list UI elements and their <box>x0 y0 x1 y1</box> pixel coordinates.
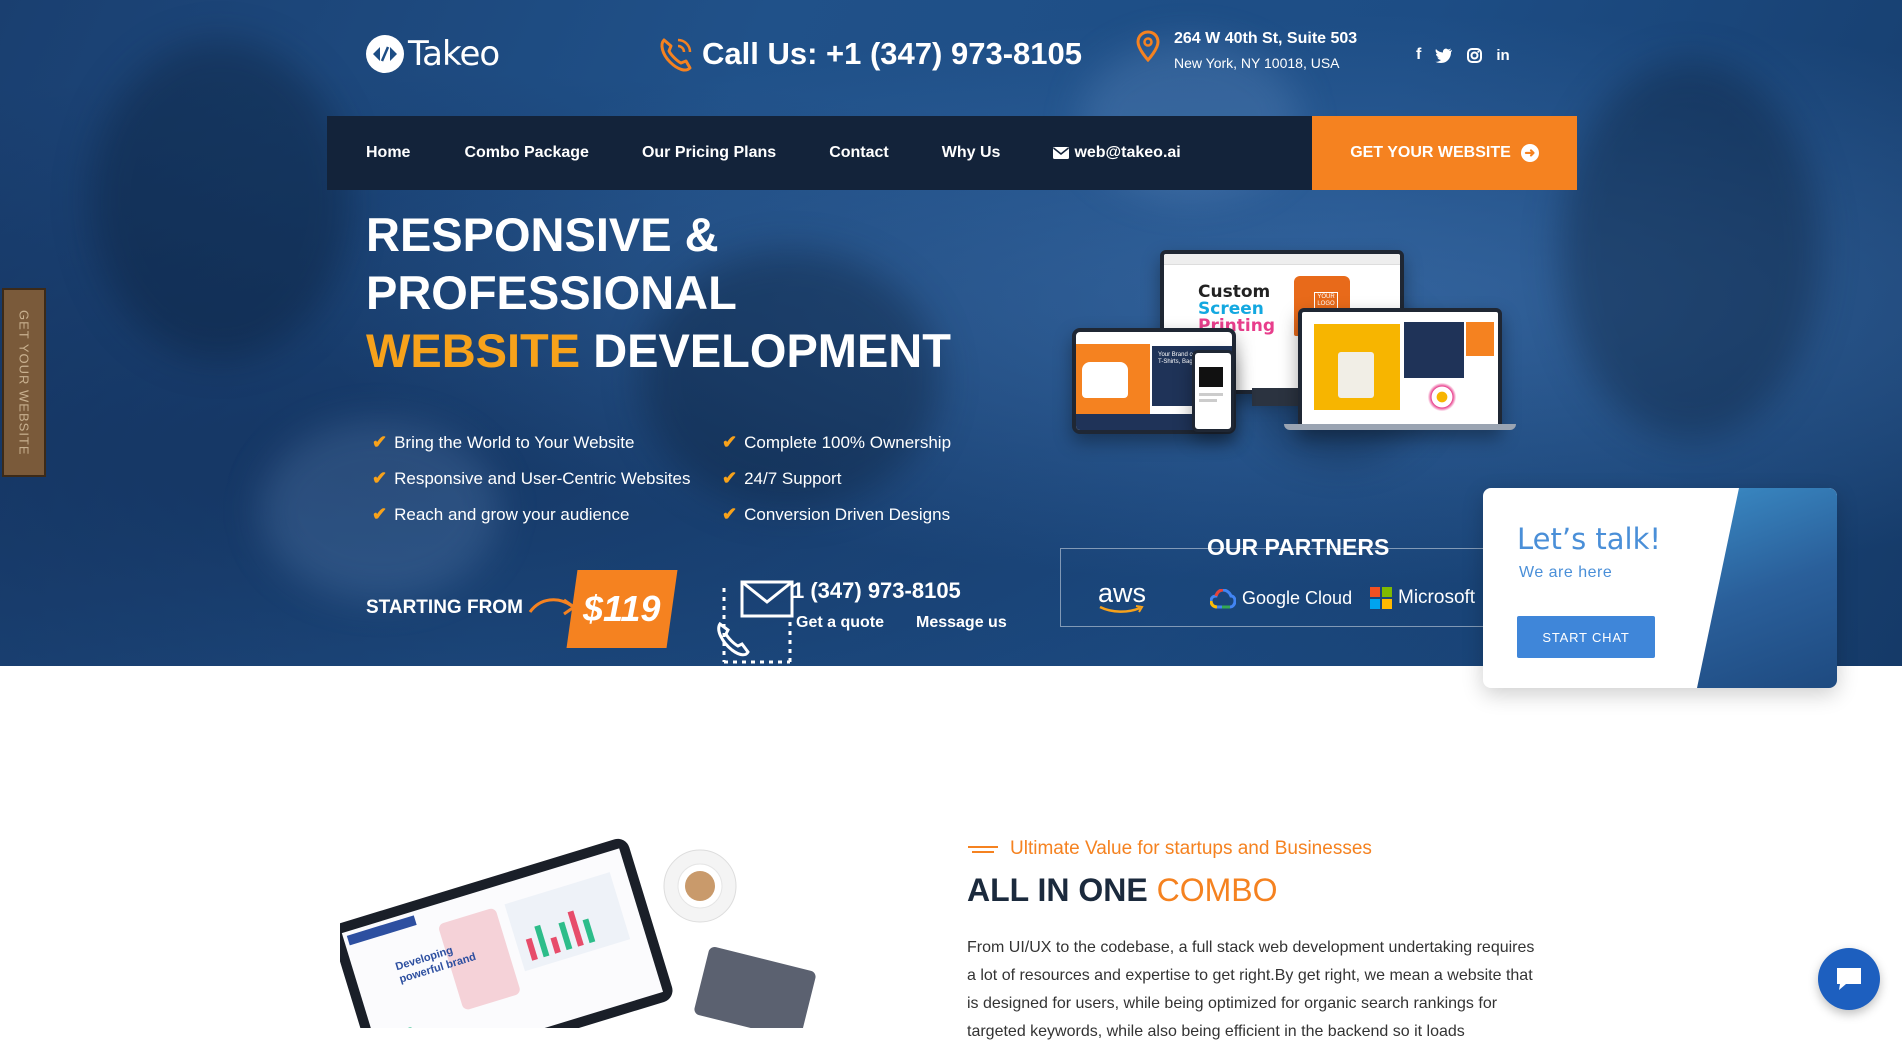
start-chat-button[interactable]: START CHAT <box>1517 616 1655 658</box>
address-line2: New York, NY 10018, USA <box>1174 55 1340 71</box>
bg-shape <box>1560 60 1820 440</box>
feature-text: Reach and grow your audience <box>394 504 630 524</box>
feature-item: ✔ Complete 100% Ownership <box>722 432 972 453</box>
microsoft-text: Microsoft <box>1398 587 1476 608</box>
google-cloud-icon <box>1210 588 1236 608</box>
nav-combo-package[interactable]: Combo Package <box>464 144 588 162</box>
bg-shape <box>90 40 350 360</box>
aws-logo: aws <box>1098 578 1146 615</box>
feature-text: Complete 100% Ownership <box>744 432 952 452</box>
combo-eyebrow: Ultimate Value for startups and Business… <box>968 838 1372 860</box>
social-links: f in <box>1416 46 1510 64</box>
nav-pricing-plans[interactable]: Our Pricing Plans <box>642 144 776 162</box>
combo-eyebrow-text: Ultimate Value for startups and Business… <box>1010 838 1372 859</box>
google-cloud-text: Google Cloud <box>1242 588 1353 608</box>
hero-headline: RESPONSIVE & PROFESSIONAL WEBSITE DEVELO… <box>366 206 951 380</box>
chat-card-title: Let’s talk! <box>1517 522 1662 556</box>
check-icon: ✔ <box>372 432 388 452</box>
microsoft-logo: Microsoft <box>1370 587 1475 609</box>
google-cloud-logo: Google Cloud <box>1210 588 1352 609</box>
combo-title-main: ALL IN ONE <box>967 872 1148 908</box>
chat-card-subtitle: We are here <box>1519 564 1613 581</box>
combo-description-line: a lot of resources and expertise to get … <box>967 967 1533 984</box>
twitter-icon[interactable] <box>1435 48 1453 63</box>
side-get-website-tab[interactable]: GET YOUR WEBSITE <box>2 288 46 477</box>
address-line1: 264 W 40th St, Suite 503 <box>1174 30 1358 47</box>
logo-text: Takeo <box>408 34 500 74</box>
feature-text: Responsive and User-Centric Websites <box>394 468 691 488</box>
linkedin-icon[interactable]: in <box>1496 47 1509 64</box>
feature-text: 24/7 Support <box>744 468 842 488</box>
nav-email[interactable]: web@takeo.ai <box>1053 144 1181 162</box>
call-us-text: Call Us: +1 (347) 973-8105 <box>702 36 1082 71</box>
chat-bubble-icon <box>1837 968 1861 990</box>
instagram-icon[interactable] <box>1467 47 1483 63</box>
headline-line3: WEBSITE DEVELOPMENT <box>366 322 951 380</box>
check-icon: ✔ <box>372 468 388 488</box>
feature-item: ✔ Bring the World to Your Website <box>372 432 722 453</box>
headline-rest: DEVELOPMENT <box>593 324 951 377</box>
facebook-icon[interactable]: f <box>1416 46 1421 64</box>
combo-title-highlight: COMBO <box>1156 872 1278 908</box>
get-website-label: GET YOUR WEBSITE <box>1350 144 1511 161</box>
combo-description: From UI/UX to the codebase, a full stack… <box>967 934 1541 1046</box>
envelope-icon <box>1053 147 1070 159</box>
side-tab-label: GET YOUR WEBSITE <box>16 309 32 456</box>
phone-mockup <box>1192 350 1234 432</box>
feature-item: ✔ Responsive and User-Centric Websites <box>372 468 722 489</box>
nav-email-text: web@takeo.ai <box>1074 144 1181 161</box>
get-website-button[interactable]: GET YOUR WEBSITE ➜ <box>1312 116 1577 190</box>
feature-item: ✔ Conversion Driven Designs <box>722 504 972 525</box>
feature-text: Bring the World to Your Website <box>394 432 635 452</box>
contact-envelope-phone-icon <box>717 580 794 664</box>
laptop-base <box>1284 424 1516 430</box>
check-icon: ✔ <box>722 432 738 452</box>
feature-item: ✔ Reach and grow your audience <box>372 504 722 525</box>
microsoft-icon <box>1370 587 1392 609</box>
message-us-link[interactable]: Message us <box>916 614 1007 632</box>
partners-title: OUR PARTNERS <box>1207 534 1390 560</box>
chat-widget-button[interactable] <box>1818 948 1880 1010</box>
chat-card-photo <box>1697 488 1837 688</box>
get-quote-link[interactable]: Get a quote <box>796 614 884 632</box>
combo-description-line: From UI/UX to the codebase, a full stack… <box>967 939 1535 956</box>
contact-phone[interactable]: 1 (347) 973-8105 <box>792 578 961 604</box>
laptop-mockup <box>1298 308 1502 430</box>
monitor-stand <box>1252 388 1300 406</box>
feature-list: ✔ Bring the World to Your Website ✔ Comple… <box>372 432 972 525</box>
check-icon: ✔ <box>372 504 388 524</box>
headline-line2: PROFESSIONAL <box>366 266 737 319</box>
feature-item: ✔ 24/7 Support <box>722 468 972 489</box>
nav-home[interactable]: Home <box>366 144 410 162</box>
aws-text: aws <box>1098 578 1147 608</box>
check-icon: ✔ <box>722 468 738 488</box>
arrow-right-icon: ➜ <box>1520 144 1539 162</box>
combo-description-line: targeted keywords, while also being effi… <box>967 1023 1465 1040</box>
combo-description-line: is designed for users, while being optim… <box>967 995 1498 1012</box>
headline-highlight: WEBSITE <box>366 324 581 377</box>
combo-title: ALL IN ONE COMBO <box>967 872 1278 909</box>
starting-from-label: STARTING FROM <box>366 597 523 618</box>
check-icon: ✔ <box>722 504 738 524</box>
main-nav: Home Combo Package Our Pricing Plans Con… <box>327 116 1312 190</box>
chat-card: Let’s talk! We are here START CHAT <box>1483 488 1837 688</box>
feature-text: Conversion Driven Designs <box>744 504 951 524</box>
nav-why-us[interactable]: Why Us <box>942 144 1001 162</box>
address-block: 264 W 40th St, Suite 503 New York, NY 10… <box>1136 30 1357 71</box>
call-us[interactable]: Call Us: +1 (347) 973-8105 <box>656 34 1082 74</box>
price-value: $119 <box>583 588 661 629</box>
map-pin-icon <box>1136 30 1160 62</box>
logo-mark-icon <box>366 35 404 73</box>
phone-icon <box>660 38 692 72</box>
headline-line1: RESPONSIVE & <box>366 208 719 261</box>
nav-contact[interactable]: Contact <box>829 144 889 162</box>
combo-laptop-image: Developing powerful brand <box>332 838 820 1046</box>
price-badge: $119 <box>566 570 678 648</box>
site-logo[interactable]: Takeo <box>366 34 500 74</box>
double-line-icon <box>968 845 998 853</box>
